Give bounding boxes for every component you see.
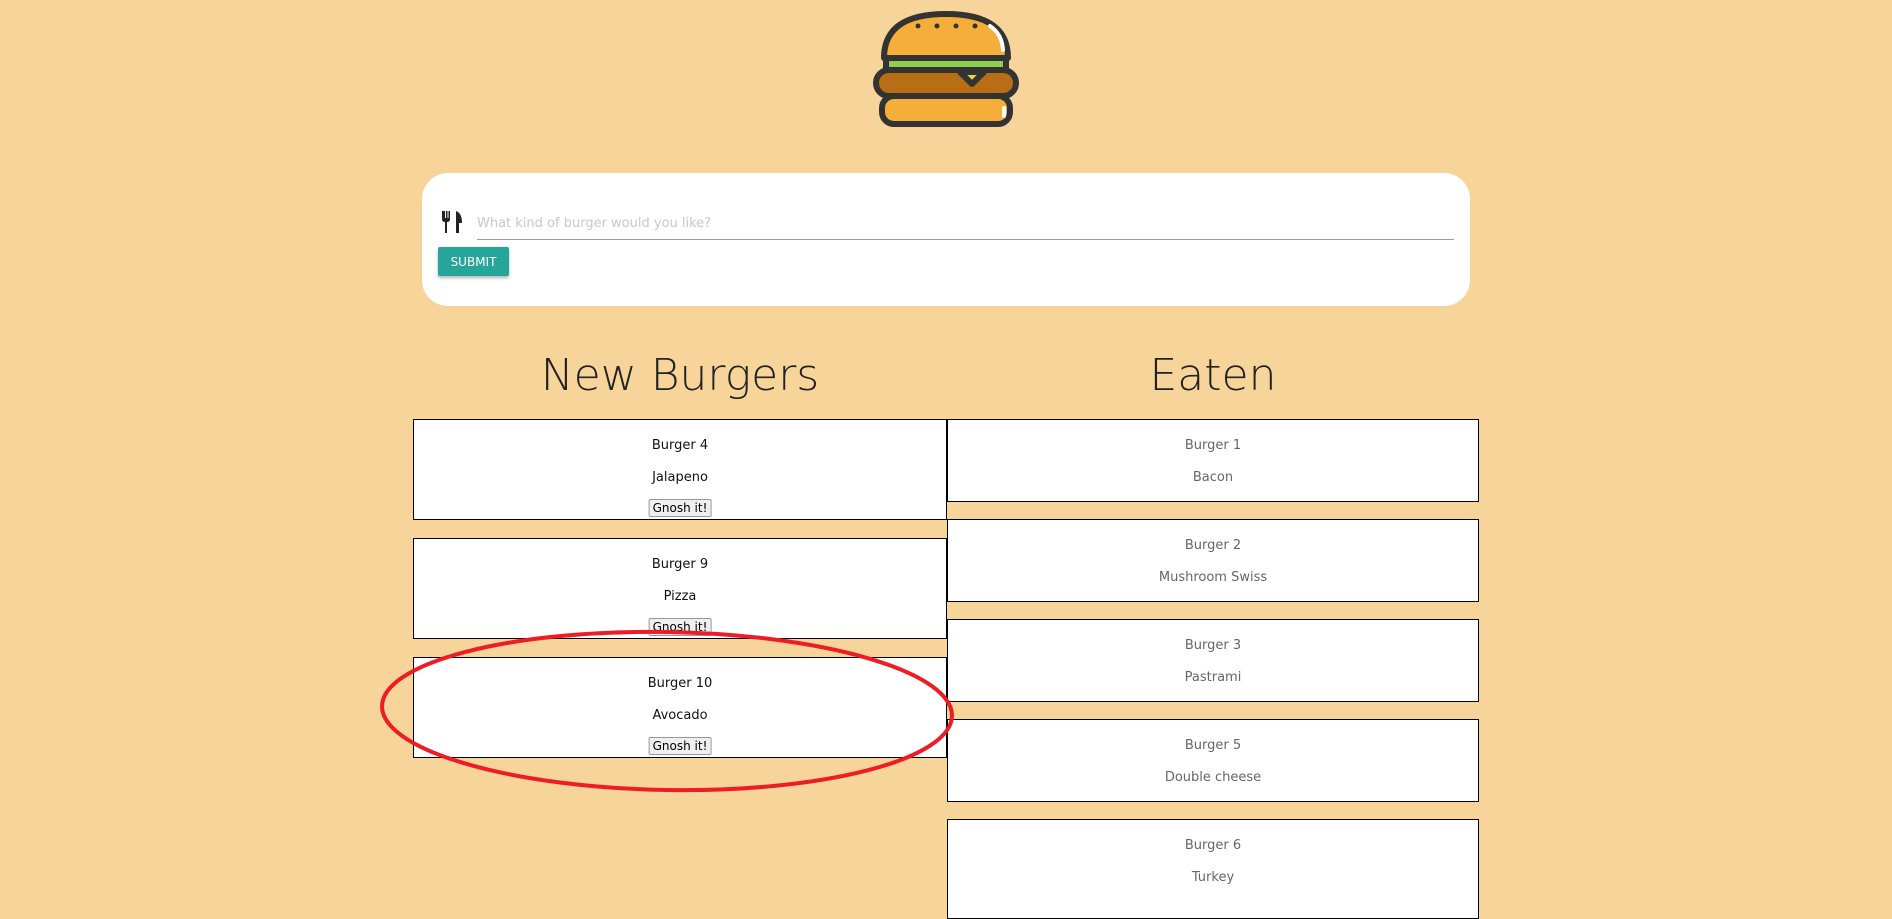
burger-type: Double cheese <box>1164 770 1262 785</box>
eaten-burger-card: Burger 3 Pastrami <box>947 619 1479 702</box>
burger-name: Burger 2 <box>1184 538 1242 553</box>
burger-name: Burger 5 <box>1184 738 1242 753</box>
burger-name: Burger 3 <box>1184 638 1242 653</box>
burger-form: SUBMIT <box>422 173 1470 306</box>
new-burgers-heading: New Burgers <box>540 350 820 401</box>
gnosh-button[interactable]: Gnosh it! <box>648 618 712 636</box>
burger-type: Jalapeno <box>652 470 708 485</box>
new-burger-card: Burger 4 Jalapeno Gnosh it! <box>413 419 947 520</box>
new-burger-card: Burger 10 Avocado Gnosh it! <box>413 657 947 758</box>
new-burger-card: Burger 9 Pizza Gnosh it! <box>413 538 947 639</box>
burger-name: Burger 1 <box>1184 438 1242 453</box>
burger-type: Mushroom Swiss <box>1158 570 1268 585</box>
burger-type: Bacon <box>1192 470 1234 485</box>
eaten-burger-card: Burger 1 Bacon <box>947 419 1479 502</box>
burger-type: Pastrami <box>1184 670 1242 685</box>
eaten-burger-card: Burger 2 Mushroom Swiss <box>947 519 1479 602</box>
fork-knife-icon <box>442 211 462 233</box>
gnosh-button[interactable]: Gnosh it! <box>648 499 712 517</box>
burger-name: Burger 6 <box>1184 838 1242 853</box>
eaten-burger-card: Burger 5 Double cheese <box>947 719 1479 802</box>
burger-name: Burger 10 <box>647 676 713 691</box>
eaten-burger-card: Burger 6 Turkey <box>947 819 1479 919</box>
burger-name: Burger 4 <box>651 438 709 453</box>
gnosh-button[interactable]: Gnosh it! <box>648 737 712 755</box>
burger-type: Pizza <box>663 589 697 604</box>
submit-button[interactable]: SUBMIT <box>438 247 509 276</box>
burger-type: Avocado <box>652 708 708 723</box>
burger-type: Turkey <box>1191 870 1235 885</box>
burger-logo-icon <box>873 11 1019 127</box>
eaten-heading: Eaten <box>1149 350 1277 401</box>
burger-name-input[interactable] <box>477 207 1454 240</box>
burger-name: Burger 9 <box>651 557 709 572</box>
